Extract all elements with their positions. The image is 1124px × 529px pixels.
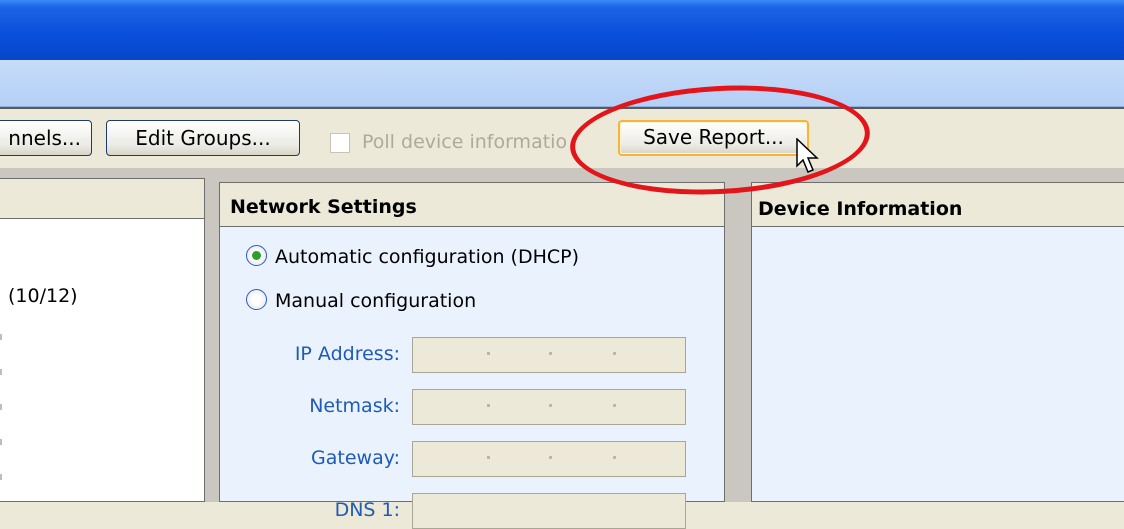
group-count-text: (10/12) — [8, 285, 78, 307]
left-pane: (10/12) — [0, 178, 205, 504]
poll-device-checkbox[interactable] — [330, 133, 350, 153]
poll-device-label: Poll device informatio — [362, 131, 568, 153]
cursor-arrow-icon — [796, 138, 819, 173]
dhcp-label: Automatic configuration (DHCP) — [275, 246, 580, 268]
netmask-field[interactable] — [412, 389, 686, 425]
radio-unselected-icon[interactable] — [246, 289, 267, 310]
gateway-label: Gateway: — [311, 447, 400, 469]
tree-lines — [0, 334, 2, 504]
left-pane-header — [0, 179, 204, 219]
netmask-label: Netmask: — [309, 395, 400, 417]
device-information-pane: Device Information — [751, 182, 1124, 502]
field-labels: IP Address: Netmask: Gateway: DNS 1: — [220, 343, 400, 521]
dns1-field[interactable] — [412, 493, 686, 529]
manual-radio-row[interactable]: Manual configuration — [246, 289, 476, 312]
gateway-field[interactable] — [412, 441, 686, 477]
dhcp-radio-row[interactable]: Automatic configuration (DHCP) — [246, 245, 579, 268]
edit-groups-button[interactable]: Edit Groups... — [106, 120, 300, 156]
menu-bar — [0, 60, 1124, 107]
dns1-label: DNS 1: — [334, 499, 400, 521]
ip-address-field[interactable] — [412, 337, 686, 373]
radio-selected-icon[interactable] — [246, 245, 267, 266]
window-title-bar[interactable] — [0, 0, 1124, 60]
ip-address-label: IP Address: — [294, 343, 400, 365]
channels-button[interactable]: nnels... — [0, 120, 92, 156]
network-settings-pane: Network Settings Automatic configuration… — [219, 182, 725, 529]
device-information-title: Device Information — [752, 183, 1124, 227]
manual-label: Manual configuration — [275, 290, 477, 312]
